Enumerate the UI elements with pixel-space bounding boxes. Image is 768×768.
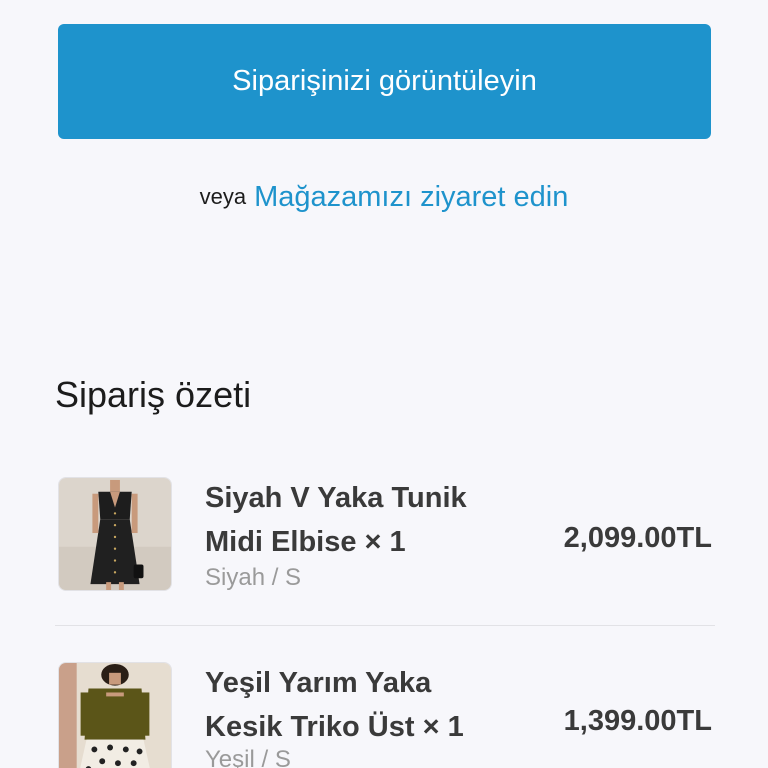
item-variant: Yeşil / S (205, 746, 291, 768)
green-knit-top-image[interactable] (58, 662, 172, 768)
black-dress-illustration (59, 478, 171, 590)
black-dress-image[interactable] (58, 477, 172, 591)
order-line-item: Yeşil Yarım Yaka Kesik Triko Üst × 1 Yeş… (55, 655, 715, 768)
item-name: Siyah V Yaka Tunik Midi Elbise × 1 (205, 482, 467, 558)
or-text: veya (199, 184, 247, 209)
item-name: Yeşil Yarım Yaka Kesik Triko Üst × 1 (205, 667, 464, 743)
order-summary-title: Sipariş özeti (55, 374, 252, 415)
alternate-action-line: veya Mağazamızı ziyaret edin (0, 177, 768, 217)
green-top-illustration (59, 663, 171, 768)
item-price: 2,099.00TL (563, 522, 712, 554)
item-price: 1,399.00TL (563, 705, 712, 737)
visit-store-link[interactable]: Mağazamızı ziyaret edin (254, 181, 568, 214)
order-line-item: Siyah V Yaka Tunik Midi Elbise × 1 Siyah… (55, 470, 715, 620)
order-confirmation-page: Siparişinizi görüntüleyin veya Mağazamız… (0, 0, 768, 768)
view-order-button[interactable]: Siparişinizi görüntüleyin (58, 24, 711, 139)
item-divider (55, 625, 715, 626)
item-variant: Siyah / S (205, 564, 302, 591)
